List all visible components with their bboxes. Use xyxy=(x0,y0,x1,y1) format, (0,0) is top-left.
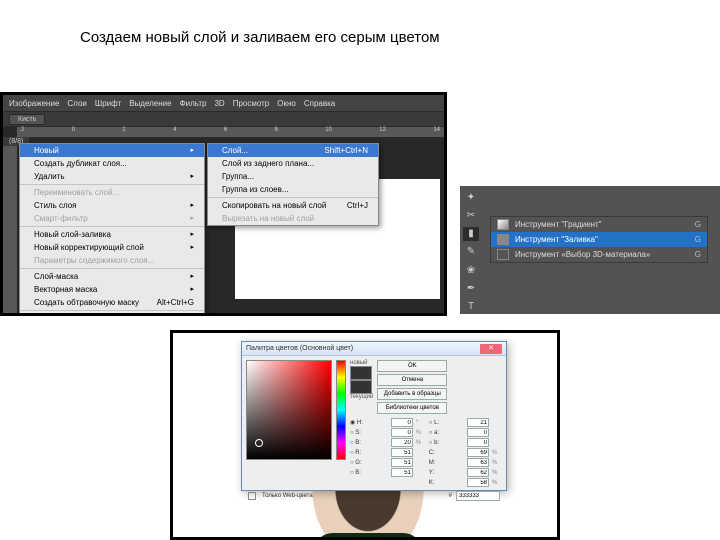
new-submenu-item-5[interactable]: Скопировать на новый слойCtrl+J xyxy=(208,199,378,212)
new-submenu-item-2[interactable]: Группа... xyxy=(208,170,378,183)
menu-Фильтр[interactable]: Фильтр xyxy=(180,99,207,108)
menu-Шрифт[interactable]: Шрифт xyxy=(95,99,121,108)
color-cursor-icon xyxy=(255,439,263,447)
photoshop-tool-flyout-screenshot: ✦ ✂ ▮ ✎ ❀ ✒ T Инструмент "Градиент"GИнст… xyxy=(460,186,720,314)
layer-menu-item-0[interactable]: Новый xyxy=(20,144,204,157)
eyedropper-tool-icon[interactable]: ✦ xyxy=(463,190,479,204)
saturation-brightness-field[interactable] xyxy=(246,360,332,460)
ruler-horizontal: 202468101214 xyxy=(17,127,444,137)
web-colors-checkbox[interactable] xyxy=(248,492,256,500)
layer-menu-item-14[interactable]: Создать обтравочную маскуAlt+Ctrl+G xyxy=(20,296,204,309)
layer-menu-item-16[interactable]: Смарт-объект xyxy=(20,312,204,316)
tool-flyout-menu[interactable]: Инструмент "Градиент"GИнструмент "Заливк… xyxy=(490,216,708,263)
new-submenu-item-0[interactable]: Слой...Shift+Ctrl+N xyxy=(208,144,378,157)
y-field[interactable] xyxy=(467,468,489,477)
menu-Слои[interactable]: Слои xyxy=(67,99,86,108)
h-field[interactable] xyxy=(391,418,413,427)
layer-menu-item-9[interactable]: Новый корректирующий слой xyxy=(20,241,204,254)
ok-button[interactable]: OK xyxy=(377,360,447,372)
color-libraries-button[interactable]: Библиотеки цветов xyxy=(377,402,447,414)
ruler-vertical xyxy=(3,137,17,313)
b2-field[interactable] xyxy=(467,438,489,447)
slide-caption: Создаем новый слой и заливаем его серым … xyxy=(80,28,460,48)
clone-tool-icon[interactable]: ❀ xyxy=(463,263,479,277)
new-submenu-item-6: Вырезать на новый слой xyxy=(208,212,378,225)
hex-field[interactable] xyxy=(456,491,500,501)
new-submenu-item-3[interactable]: Группа из слоев... xyxy=(208,183,378,196)
type-tool-icon[interactable]: T xyxy=(463,300,479,314)
l-field[interactable] xyxy=(467,418,489,427)
flyout-item-0[interactable]: Инструмент "Градиент"G xyxy=(491,217,707,232)
layer-menu-item-5[interactable]: Стиль слоя xyxy=(20,199,204,212)
layer-menu-item-1[interactable]: Создать дубликат слоя... xyxy=(20,157,204,170)
menu-Просмотр[interactable]: Просмотр xyxy=(233,99,270,108)
layer-new-submenu[interactable]: Слой...Shift+Ctrl+NСлой из заднего плана… xyxy=(207,143,379,226)
toolbar: ✦ ✂ ▮ ✎ ❀ ✒ T xyxy=(460,186,482,314)
m-field[interactable] xyxy=(467,458,489,467)
layer-menu-item-6: Смарт-фильтр xyxy=(20,212,204,225)
menu-Выделение[interactable]: Выделение xyxy=(129,99,171,108)
menu-3D[interactable]: 3D xyxy=(214,99,224,108)
flyout-item-1[interactable]: Инструмент "Заливка"G xyxy=(491,232,707,247)
dialog-title: Палитра цветов (Основной цвет) xyxy=(246,345,353,352)
menu-Справка[interactable]: Справка xyxy=(304,99,335,108)
layer-menu[interactable]: НовыйСоздать дубликат слоя...Удалить Пере… xyxy=(19,143,205,316)
a-field[interactable] xyxy=(467,428,489,437)
cancel-button[interactable]: Отмена xyxy=(377,374,447,386)
layer-menu-item-12[interactable]: Слой-маска xyxy=(20,270,204,283)
pen-tool-icon[interactable]: ✒ xyxy=(463,281,479,295)
cube-icon xyxy=(497,249,509,260)
k-field[interactable] xyxy=(467,478,489,487)
bucket-icon xyxy=(497,234,509,245)
photoshop-layer-menu-screenshot: Изображение Слои Шрифт Выделение Фильтр 3D Про… xyxy=(0,92,447,316)
color-picker-dialog: Палитра цветов (Основной цвет) ✕ новый т… xyxy=(241,341,507,491)
canvas-area: 202468101214 (8/8) НовыйСоздать дубликат… xyxy=(3,127,444,313)
c-field[interactable] xyxy=(467,448,489,457)
current-color-label: текущий xyxy=(350,394,373,400)
menu-Изображение[interactable]: Изображение xyxy=(9,99,59,108)
web-colors-label: Только Web-цвета xyxy=(262,493,313,499)
layer-menu-item-4: Переименовать слой... xyxy=(20,186,204,199)
b-field[interactable] xyxy=(391,468,413,477)
new-submenu-item-1[interactable]: Слой из заднего плана... xyxy=(208,157,378,170)
dialog-titlebar: Палитра цветов (Основной цвет) ✕ xyxy=(242,342,506,356)
s-field[interactable] xyxy=(391,428,413,437)
br-field[interactable] xyxy=(391,438,413,447)
r-field[interactable] xyxy=(391,448,413,457)
bucket-tool-icon[interactable]: ▮ xyxy=(463,227,479,241)
flyout-item-2[interactable]: Инструмент «Выбор 3D-материала»G xyxy=(491,247,707,262)
layer-menu-item-2[interactable]: Удалить xyxy=(20,170,204,183)
options-bar: Кисть xyxy=(3,111,444,127)
layer-menu-item-8[interactable]: Новый слой-заливка xyxy=(20,228,204,241)
new-color-swatch xyxy=(350,366,372,380)
current-color-swatch xyxy=(350,380,372,394)
layer-menu-item-10: Параметры содержимого слоя... xyxy=(20,254,204,267)
crop-tool-icon[interactable]: ✂ xyxy=(463,208,479,222)
add-to-swatches-button[interactable]: Добавить в образцы xyxy=(377,388,447,400)
hex-label: # xyxy=(449,493,452,499)
g-field[interactable] xyxy=(391,458,413,467)
brush-tool-icon[interactable]: ✎ xyxy=(463,245,479,259)
brush-preset[interactable]: Кисть xyxy=(9,114,45,125)
layer-menu-item-13[interactable]: Векторная маска xyxy=(20,283,204,296)
color-picker-screenshot: Палитра цветов (Основной цвет) ✕ новый т… xyxy=(170,330,560,540)
menu-Окно[interactable]: Окно xyxy=(277,99,296,108)
color-values-grid: ◉ H:° ○ L: ○ S:% ○ a: ○ B:% ○ b: ○ R: C:… xyxy=(350,418,502,487)
grad-icon xyxy=(497,219,509,230)
application-menubar: Изображение Слои Шрифт Выделение Фильтр 3D Про… xyxy=(3,95,444,111)
hue-slider[interactable] xyxy=(336,360,346,460)
close-icon[interactable]: ✕ xyxy=(480,344,502,354)
